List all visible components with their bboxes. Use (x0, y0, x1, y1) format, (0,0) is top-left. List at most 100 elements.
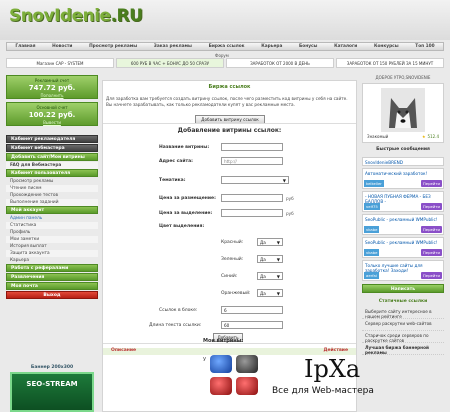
webmaster-cabinet-button[interactable]: Кабинет вебмастера (6, 144, 98, 152)
price-place-label: Цена за размещение: (159, 196, 216, 201)
sidebar-item-payouts[interactable]: История выплат (6, 243, 98, 250)
my-showcases-title: Мои витрины: (203, 338, 244, 344)
sidebar-item-career[interactable]: Карьера (6, 257, 98, 264)
entertainment-button[interactable]: Развлечения (6, 273, 98, 281)
message-user[interactable]: velf75 (364, 203, 380, 210)
site-logo[interactable]: SnovIdenie.RU (9, 6, 143, 26)
message-text[interactable]: SeoPublic - рекламный WMPublic! (365, 217, 437, 222)
message-user[interactable]: SnovIdenieBREND (365, 160, 403, 165)
read-button[interactable]: Перейти (420, 249, 442, 256)
nav-link-exchange[interactable]: Биржа ссылок (209, 44, 245, 49)
list-item: SnovIdenieBREND (362, 157, 444, 166)
table-header: Описание Действие (103, 348, 356, 355)
list-item: SeoPublic - рекламный WMPublic! vkabe Пе… (362, 214, 444, 235)
topic-select[interactable]: ▼ (221, 176, 289, 184)
banner-item[interactable]: 600 РУБ В ЧАС + БОНУС ДО 50 СРАЗУ (116, 58, 224, 68)
star-icon: ★ (421, 134, 426, 139)
my-account-button[interactable]: Мой аккаунт (6, 206, 98, 214)
intro-text: Для заработка вам требуется создать витр… (106, 96, 348, 107)
chevron-down-icon: ▼ (276, 291, 280, 296)
blue-select[interactable]: Да ▼ (257, 272, 283, 280)
nav-career[interactable]: Карьера (261, 44, 282, 49)
add-site-button[interactable]: Добавить сайт/Мои витрины (6, 153, 98, 161)
message-user[interactable]: kelkeller (364, 180, 384, 187)
sidebar-item-profile[interactable]: Профиль (6, 229, 98, 236)
main-account-box: Основной счет 100.22 руб. Вывести (6, 102, 98, 126)
message-text[interactable]: Автоматический заработок! (365, 171, 427, 176)
orange-select[interactable]: Да ▼ (257, 289, 283, 297)
static-links-title: Статичные ссылки (378, 299, 428, 304)
avatar[interactable] (381, 88, 425, 132)
green-label: Зеленый: (221, 257, 244, 262)
orange-label: Оранжевый: (221, 291, 251, 296)
advertiser-cabinet-button[interactable]: Кабинет рекламодателя (6, 135, 98, 143)
greeting: ДОБРОЕ УТРО,SNOVIDENIE (375, 75, 431, 80)
read-button[interactable]: Перейти (420, 272, 442, 279)
right-sidebar: ДОБРОЕ УТРО,SNOVIDENIE Знакомый ★ 512.4 Б… (362, 75, 444, 355)
blue-label: Синий: (221, 274, 238, 279)
nav-home[interactable]: Главная (15, 44, 35, 49)
banner-item[interactable]: ЗАРАБОТОК ОТ 2000 В ДЕНЬ (226, 58, 334, 68)
user-cabinet-button[interactable]: Кабинет пользователя (6, 169, 98, 177)
ad-account-value: 747.72 руб. (28, 84, 76, 92)
nav-bonuses[interactable]: Бонусы (299, 44, 317, 49)
banner-item[interactable]: ЗАРАБОТОК ОТ 150 РУБЛЕЙ ЗА 15 МИНУТ (336, 58, 444, 68)
sidebar-item-admin[interactable]: Админ панель (6, 215, 98, 222)
nav-view-ads[interactable]: Просмотр рекламы (89, 44, 137, 49)
col-action: Действие (323, 348, 348, 353)
referrals-button[interactable]: Работа с рефералами (6, 264, 98, 272)
message-user[interactable]: vkabe (364, 226, 380, 233)
nav-contests[interactable]: Конкурсы (374, 44, 399, 49)
nav-order-ads[interactable]: Заказ рекламы (154, 44, 192, 49)
read-button[interactable]: Перейти (420, 203, 442, 210)
url-label: Адрес сайта: (159, 159, 193, 164)
showcase-name-input[interactable] (221, 143, 283, 151)
price-rise-input[interactable] (221, 209, 283, 217)
write-message-button[interactable]: Написать (362, 284, 444, 293)
top-navigation: Главная Новости Просмотр рекламы Заказ р… (6, 42, 444, 51)
logout-button[interactable]: Выход (6, 291, 98, 299)
red-select[interactable]: Да ▼ (257, 238, 283, 246)
nav-top100[interactable]: Топ 100 (415, 44, 434, 49)
message-user[interactable]: vkabe (364, 249, 380, 256)
static-link[interactable]: Выберите сайту интересное в нашем рейтин… (362, 307, 444, 319)
table-row: У (203, 357, 207, 363)
sidebar-item-tasks[interactable]: Выполнение заданий (6, 199, 98, 206)
green-select[interactable]: Да ▼ (257, 255, 283, 263)
sidebar-item-view-ads[interactable]: Просмотр рекламы (6, 178, 98, 185)
banner-item[interactable]: Магазин САР - SYSTEM (6, 58, 114, 68)
main-account-value: 100.22 руб. (28, 111, 76, 119)
ad-account-title: Рекламный счет (34, 78, 70, 83)
sidebar-item-security[interactable]: Защита аккаунта (6, 250, 98, 257)
banner-label: Баннер 200x300 (30, 365, 74, 370)
withdraw-link[interactable]: Вывести (7, 120, 97, 125)
text-length-input[interactable]: 60 (221, 321, 283, 329)
watermark-subtitle: Все для Web-мастера (272, 386, 374, 396)
list-item: Только лучшие сайты для заработка! Заход… (362, 260, 444, 281)
links-in-block-input[interactable]: 6 (221, 306, 283, 314)
static-link[interactable]: Старичок среди серверов по раскрутке сай… (362, 331, 444, 343)
page-title: Биржа ссылок (208, 84, 251, 90)
message-user[interactable]: aerfai (364, 272, 379, 279)
static-link[interactable]: Лучшая биржа баннерной рекламы (362, 343, 444, 355)
site-url-input[interactable]: http:// (221, 157, 283, 165)
top-up-link[interactable]: Пополнить (7, 93, 97, 98)
my-mail-button[interactable]: Моя почта (6, 282, 98, 290)
col-description: Описание (111, 348, 137, 353)
sidebar-item-stats[interactable]: Статистика (6, 222, 98, 229)
price-place-input[interactable] (221, 194, 283, 202)
read-button[interactable]: Перейти (420, 180, 442, 187)
nav-news[interactable]: Новости (52, 44, 72, 49)
nav-catalogs[interactable]: Каталоги (334, 44, 357, 49)
message-text[interactable]: SeoPublic - рекламный WMPublic! (365, 240, 437, 245)
sidebar-item-notes[interactable]: Мои заметки (6, 236, 98, 243)
rub-unit: руб (286, 196, 294, 201)
chevron-down-icon: ▼ (276, 240, 280, 245)
faq-link[interactable]: FAQ для Вебмастера (6, 162, 98, 169)
static-link[interactable]: Сервер раскрутки web-сайтов (362, 319, 444, 331)
read-button[interactable]: Перейти (420, 226, 442, 233)
list-item: Автоматический заработок! kelkeller Пере… (362, 168, 444, 189)
sidebar-item-read-mail[interactable]: Чтение писем (6, 185, 98, 192)
sidebar-item-tests[interactable]: Прохождение тестов (6, 192, 98, 199)
seo-stream-banner[interactable]: SEO-STREAM (10, 372, 94, 412)
